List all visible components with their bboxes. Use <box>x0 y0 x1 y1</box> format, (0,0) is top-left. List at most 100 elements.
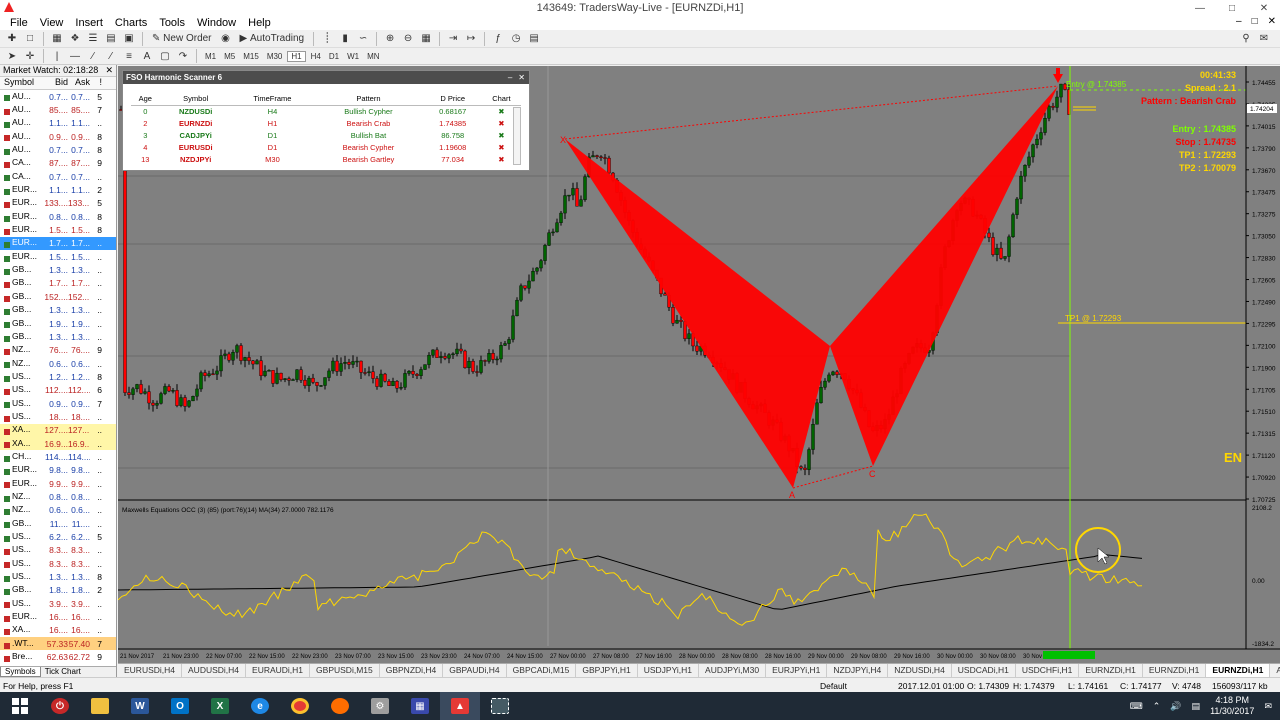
market-watch-row[interactable]: EUR... 16.... 16...... <box>0 610 116 623</box>
market-watch-row[interactable]: AU... 0.7... 0.7... 8 <box>0 143 116 156</box>
market-watch-row[interactable]: US... 8.3... 8.3..... <box>0 557 116 570</box>
market-watch-icon[interactable]: ▦ <box>49 31 65 47</box>
crosshair-icon[interactable]: ✛ <box>22 48 38 64</box>
market-watch-row[interactable]: US... 6.2... 6.2... 5 <box>0 530 116 543</box>
arrows-tool-icon[interactable]: ↷ <box>175 48 191 64</box>
chart-shift-icon[interactable]: ↦ <box>463 31 479 47</box>
label-tool-icon[interactable]: ▢ <box>157 48 173 64</box>
chart-tab[interactable]: USDCHFi,H1 <box>1016 664 1080 677</box>
zoom-out-icon[interactable]: ⊖ <box>400 31 416 47</box>
minimize-button[interactable]: — <box>1184 0 1216 16</box>
chart-tab[interactable]: GBPNZDi,H4 <box>380 664 444 677</box>
timeframe-h1[interactable]: H1 <box>287 50 306 62</box>
taskbar-firefox[interactable] <box>320 692 360 720</box>
search-icon[interactable]: ⚲ <box>1238 31 1254 47</box>
autoscroll-icon[interactable]: ⇥ <box>445 31 461 47</box>
market-watch-row[interactable]: AU... 1.1... 1.1..... <box>0 117 116 130</box>
market-watch-row[interactable]: EUR... 1.5... 1.5..... <box>0 250 116 263</box>
market-watch-row[interactable]: Bre... 62.63 62.72 9 <box>0 650 116 663</box>
chart-tab[interactable]: NZDUSDi,H4 <box>888 664 952 677</box>
timeframe-m15[interactable]: M15 <box>240 52 262 61</box>
market-watch-row[interactable]: AU... 0.7... 0.7... 5 <box>0 90 116 103</box>
taskbar-outlook[interactable]: O <box>160 692 200 720</box>
market-watch-row[interactable]: GB... 1.9... 1.9..... <box>0 317 116 330</box>
chart-tab[interactable]: AUDJPYi,M30 <box>699 664 767 677</box>
indicators-icon[interactable]: ƒ <box>490 31 506 47</box>
timeframe-mn[interactable]: MN <box>364 52 382 61</box>
scanner-row[interactable]: 0 NZDUSDi H4 Bullish Cypher 0.68167 ✖ <box>131 105 521 117</box>
market-watch-row[interactable]: XA... 16.... 16...... <box>0 624 116 637</box>
menu-insert[interactable]: Insert <box>69 17 109 29</box>
channel-icon[interactable]: ⁄ <box>103 48 119 64</box>
taskbar-metatrader[interactable]: ▲ <box>440 692 480 720</box>
network-tray-icon[interactable]: ▤ <box>1192 701 1201 712</box>
chart-tab[interactable]: GBPCADi,M15 <box>507 664 577 677</box>
strategy-tester-icon[interactable]: ▣ <box>121 31 137 47</box>
profiles-icon[interactable]: □ <box>22 31 38 47</box>
market-watch-row[interactable]: XA... 127.... 127...... <box>0 423 116 437</box>
market-watch-row[interactable]: GB... 152.... 152...... <box>0 290 116 303</box>
market-watch-row[interactable]: NZ... 0.6... 0.6..... <box>0 357 116 370</box>
market-watch-row[interactable]: AU... 85.... 85.... 7 <box>0 103 116 116</box>
scanner-minimize-icon[interactable]: – <box>508 73 512 82</box>
scanner-row[interactable]: 4 EURUSDi D1 Bearish Cypher 1.19608 ✖ <box>131 141 521 153</box>
templates-icon[interactable]: ▤ <box>526 31 542 47</box>
scanner-scrollbar[interactable] <box>513 107 521 165</box>
clock[interactable]: 4:18 PM 11/30/2017 <box>1210 695 1254 717</box>
scanner-row[interactable]: 13 NZDJPYi M30 Bearish Gartley 77.034 ✖ <box>131 153 521 165</box>
autotrading-button[interactable]: ▶ AutoTrading <box>236 31 309 47</box>
candlestick-icon[interactable]: ▮ <box>337 31 353 47</box>
timeframe-d1[interactable]: D1 <box>326 52 342 61</box>
scanner-row[interactable]: 3 CADJPYi D1 Bullish Bat 86.758 ✖ <box>131 129 521 141</box>
chart-tab[interactable]: USDCADi,H1 <box>952 664 1016 677</box>
chart-tab[interactable]: USDJPYi,H1 <box>638 664 700 677</box>
chart-tab[interactable]: GBPUSDi,M15 <box>310 664 380 677</box>
menu-help[interactable]: Help <box>242 17 277 29</box>
fibonacci-icon[interactable]: ≡ <box>121 48 137 64</box>
vertical-line-icon[interactable]: | <box>49 48 65 64</box>
market-watch-row[interactable]: EUR... 1.1... 1.1... 2 <box>0 183 116 196</box>
market-watch-row[interactable]: GB... 1.7... 1.7..... <box>0 277 116 290</box>
taskbar-excel[interactable]: X <box>200 692 240 720</box>
tab-symbols[interactable]: Symbols <box>0 667 41 677</box>
menu-file[interactable]: File <box>4 17 34 29</box>
market-watch-row[interactable]: GB... 1.3... 1.3..... <box>0 263 116 276</box>
terminal-icon[interactable]: ▤ <box>103 31 119 47</box>
new-chart-icon[interactable]: ✚ <box>4 31 20 47</box>
bar-chart-icon[interactable]: ┊ <box>319 31 335 47</box>
market-watch-row[interactable]: CA... 87.... 87.... 9 <box>0 157 116 170</box>
market-watch-row[interactable]: AU... 0.9... 0.9... 8 <box>0 130 116 143</box>
harmonic-scanner-panel[interactable]: FSO Harmonic Scanner 6 – ✕ Age Symbol Ti… <box>122 70 530 171</box>
market-watch-row[interactable]: US... 1.3... 1.3... 8 <box>0 570 116 583</box>
chart-close-icon[interactable]: ✕ <box>1268 16 1276 27</box>
chart-tab[interactable]: EURJPYi,H1 <box>766 664 828 677</box>
menu-view[interactable]: View <box>34 17 70 29</box>
market-watch-close-icon[interactable]: ✕ <box>105 65 116 76</box>
chart-tab[interactable]: AUDUSDi,H1 <box>1270 664 1280 677</box>
market-watch-row[interactable]: .WT... 57.33 57.40 7 <box>0 637 116 651</box>
scanner-row[interactable]: 2 EURNZDi H1 Bearish Crab 1.74385 ✖ <box>131 117 521 129</box>
chart-tab[interactable]: GBPJPYi,H1 <box>576 664 638 677</box>
chart-minimize-icon[interactable]: – <box>1236 16 1242 27</box>
market-watch-row[interactable]: EUR... 1.5... 1.5... 8 <box>0 223 116 236</box>
chart-tab[interactable]: NZDJPYi,H4 <box>827 664 889 677</box>
new-order-button[interactable]: ✎ New Order <box>148 31 216 47</box>
col-ask[interactable]: Ask <box>68 77 90 89</box>
timeframe-h4[interactable]: H4 <box>308 52 324 61</box>
navigator-icon[interactable]: ☰ <box>85 31 101 47</box>
market-watch-row[interactable]: US... 18.... 18...... <box>0 410 116 423</box>
market-watch-row[interactable]: GB... 1.8... 1.8... 2 <box>0 584 116 597</box>
col-bid[interactable]: Bid <box>44 77 68 89</box>
chart-tab[interactable]: EURNZDi,H1 <box>1143 664 1207 677</box>
start-button[interactable] <box>0 692 40 720</box>
market-watch-row[interactable]: US... 8.3... 8.3..... <box>0 544 116 557</box>
market-watch-row[interactable]: GB... 1.3... 1.3..... <box>0 304 116 317</box>
market-watch-row[interactable]: NZ... 76.... 76.... 9 <box>0 344 116 357</box>
taskbar-chrome[interactable] <box>280 692 320 720</box>
chart-tab[interactable]: EURAUDi,H1 <box>246 664 311 677</box>
chart-tab[interactable]: EURNZDi,H1 <box>1206 664 1271 677</box>
market-watch-row[interactable]: EUR... 0.8... 0.8... 8 <box>0 210 116 223</box>
tile-windows-icon[interactable]: ▦ <box>418 31 434 47</box>
taskbar-app-network[interactable]: ▦ <box>400 692 440 720</box>
data-window-icon[interactable]: ❖ <box>67 31 83 47</box>
